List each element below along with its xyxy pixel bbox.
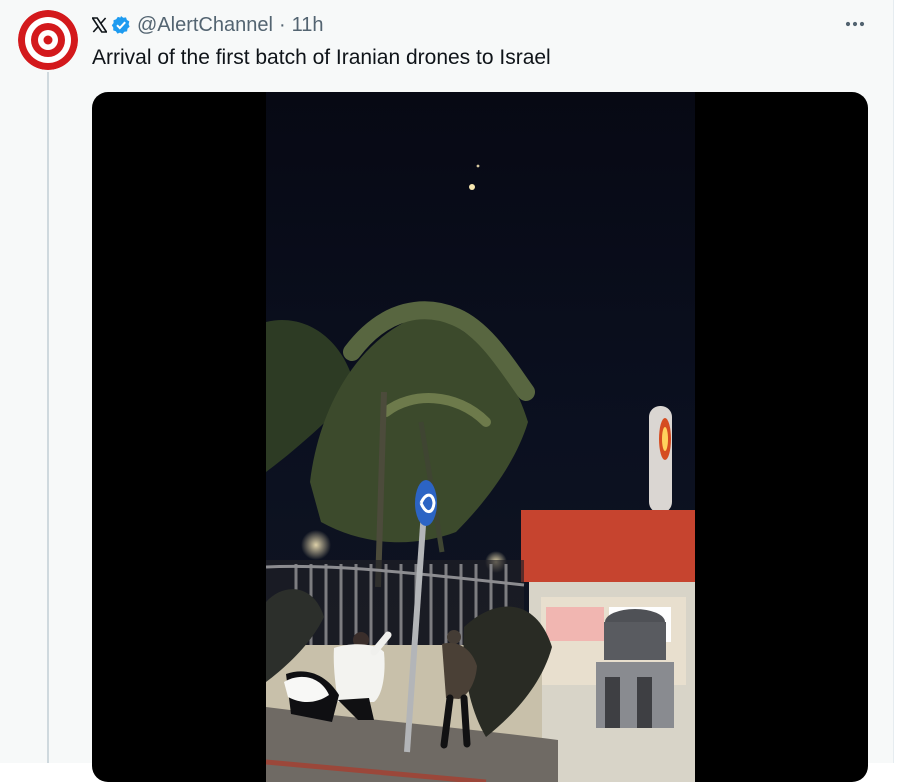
night-street-video-thumbnail <box>266 92 695 782</box>
avatar[interactable] <box>18 10 78 70</box>
more-options-icon <box>845 21 865 27</box>
tweet-header: @AlertChannel · 11h <box>92 12 324 38</box>
author-handle[interactable]: @AlertChannel <box>137 14 273 37</box>
thread-line <box>47 72 49 763</box>
tweet-text: Arrival of the first batch of Iranian dr… <box>92 46 551 69</box>
page-divider <box>893 0 894 763</box>
more-options-button[interactable] <box>842 14 868 34</box>
x-logo-icon <box>92 17 107 33</box>
verified-badge-icon[interactable] <box>111 15 131 35</box>
media-video[interactable] <box>92 92 868 782</box>
post-time[interactable]: 11h <box>292 14 324 37</box>
tweet-card[interactable]: @AlertChannel · 11h Arrival of the first… <box>0 0 893 782</box>
target-avatar-icon <box>18 10 78 70</box>
separator-dot: · <box>278 13 286 36</box>
